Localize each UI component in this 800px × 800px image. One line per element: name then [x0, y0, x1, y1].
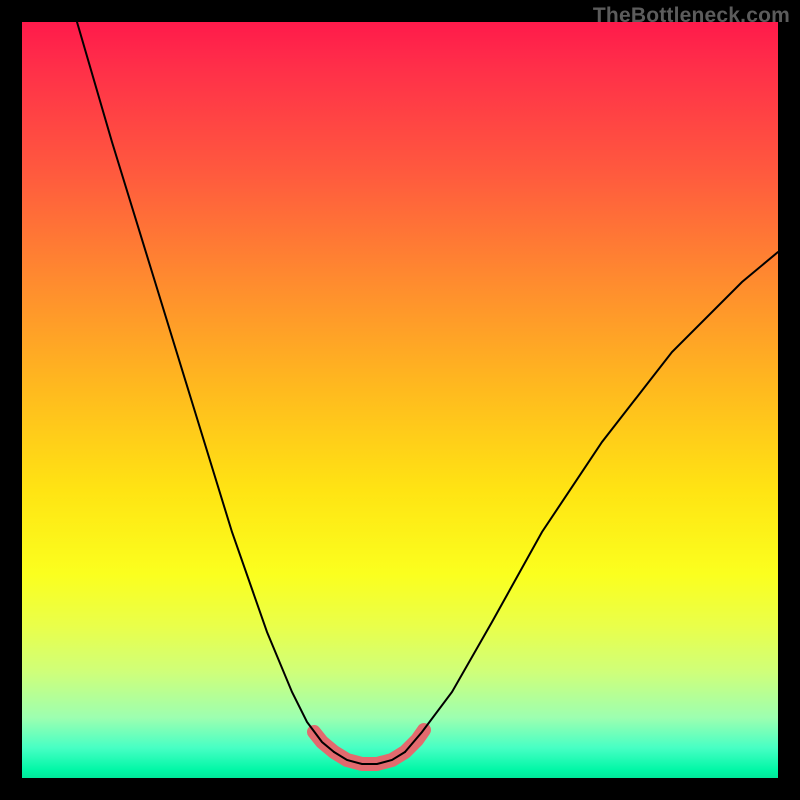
chart-frame: TheBottleneck.com [0, 0, 800, 800]
valley-highlight-line [314, 730, 424, 764]
right-branch-line [405, 252, 778, 752]
plot-area [22, 22, 778, 778]
curve-svg [22, 22, 778, 778]
left-branch-line [77, 22, 334, 752]
